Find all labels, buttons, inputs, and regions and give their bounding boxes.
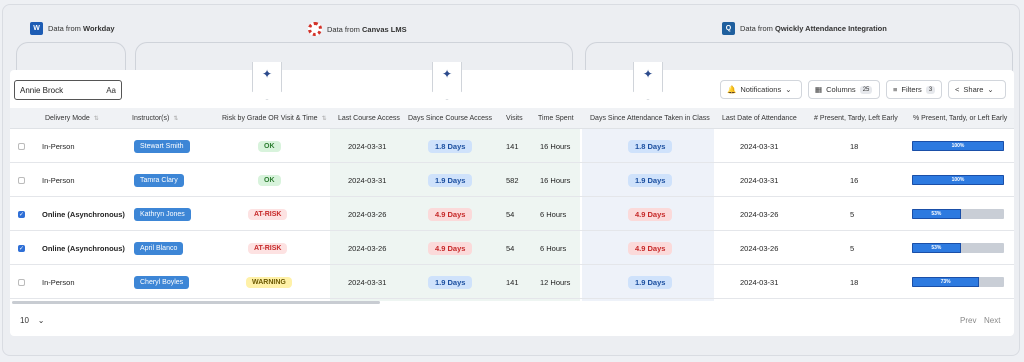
filter-icon: ≡ (893, 85, 898, 94)
time-spent: 12 Hours (540, 277, 571, 287)
column-header[interactable]: Days Since Course Access (408, 108, 492, 129)
filters-count: 3 (925, 85, 936, 94)
source-workday: W Data from Workday (30, 22, 115, 35)
days-since-attendance: 1.9 Days (628, 173, 673, 187)
sort-icon: ⇅ (93, 116, 99, 122)
days-since-access: 1.9 Days (428, 173, 473, 187)
last-attendance-date: 2024-03-31 (740, 175, 779, 185)
days-since-attendance: 4.9 Days (628, 241, 673, 255)
sort-icon: ⇅ (321, 116, 327, 122)
last-course-access: 2024-03-26 (348, 209, 387, 219)
page-size-select[interactable]: 10 ⌄ (20, 316, 45, 325)
risk-badge: OK (258, 140, 281, 152)
risk-badge: AT-RISK (248, 208, 288, 220)
visits: 141 (506, 141, 519, 151)
days-since-attendance: 1.8 Days (628, 139, 673, 153)
search-input[interactable]: Annie Brock Aa (14, 80, 122, 100)
progress-fill: 53% (912, 209, 961, 219)
chevron-down-icon: ⌄ (37, 316, 45, 325)
column-header[interactable]: Instructor(s) ⇅ (132, 108, 178, 129)
chevron-down-icon: ⌄ (987, 85, 994, 94)
last-course-access: 2024-03-31 (348, 277, 387, 287)
column-header[interactable]: % Present, Tardy, or Left Early (913, 108, 1007, 129)
last-attendance-date: 2024-03-26 (740, 209, 779, 219)
source-qwickly: Q Data from Qwickly Attendance Integrati… (722, 22, 887, 35)
columns-icon: ▦ (815, 85, 823, 94)
search-value: Annie Brock (20, 85, 64, 95)
workday-icon: W (30, 22, 43, 35)
column-header[interactable]: # Present, Tardy, Left Early (814, 108, 898, 129)
prev-button[interactable]: Prev (960, 316, 976, 325)
attendance-progress-bar: 100% (912, 141, 1004, 151)
progress-fill: 100% (912, 141, 1004, 151)
time-spent: 16 Hours (540, 141, 571, 151)
canvas-icon (308, 22, 322, 36)
chevron-down-icon: ⌄ (785, 85, 792, 94)
present-count: 18 (850, 141, 859, 151)
column-header[interactable]: Time Spent (538, 108, 574, 129)
source-name: Workday (83, 24, 115, 33)
qwickly-icon: Q (722, 22, 735, 35)
last-course-access: 2024-03-26 (348, 243, 387, 253)
columns-button[interactable]: ▦ Columns 25 (808, 80, 880, 99)
days-since-access: 4.9 Days (428, 241, 473, 255)
column-header[interactable]: Last Course Access (338, 108, 400, 129)
present-count: 18 (850, 277, 859, 287)
last-attendance-date: 2024-03-31 (740, 141, 779, 151)
last-attendance-date: 2024-03-26 (740, 243, 779, 253)
share-icon: < (955, 85, 960, 94)
progress-fill: 73% (912, 277, 980, 287)
risk-badge: AT-RISK (248, 242, 288, 254)
present-count: 16 (850, 175, 859, 185)
table-row[interactable]: ✓ Online (Asynchronous) Kathryn Jones AT… (10, 197, 1014, 231)
source-name: Canvas LMS (362, 24, 407, 34)
days-since-access: 1.9 Days (428, 275, 473, 289)
risk-badge: WARNING (246, 276, 292, 288)
days-since-access: 4.9 Days (428, 207, 473, 221)
progress-fill: 53% (912, 243, 961, 253)
sort-icon: ⇅ (173, 116, 179, 122)
present-count: 5 (850, 243, 855, 253)
attendance-progress-bar: 53% (912, 243, 1004, 253)
time-spent: 16 Hours (540, 175, 571, 185)
attendance-progress-bar: 73% (912, 277, 1004, 287)
table-header: Delivery Mode ⇅ Instructor(s) ⇅ Risk by Gr… (10, 108, 1014, 129)
notifications-button[interactable]: 🔔 Notifications ⌄ (720, 80, 802, 99)
days-since-access: 1.8 Days (428, 139, 473, 153)
column-header[interactable]: Delivery Mode ⇅ (45, 108, 99, 129)
present-count: 5 (850, 209, 855, 219)
visits: 54 (506, 243, 515, 253)
next-button[interactable]: Next (984, 316, 1000, 325)
progress-fill: 100% (912, 175, 1004, 185)
attendance-progress-bar: 100% (912, 175, 1004, 185)
columns-count: 25 (859, 85, 873, 94)
last-attendance-date: 2024-03-31 (740, 277, 779, 287)
column-header[interactable]: Days Since Attendance Taken in Class (590, 108, 710, 129)
risk-badge: OK (258, 174, 281, 186)
share-button[interactable]: < Share ⌄ (948, 80, 1006, 99)
match-case-toggle[interactable]: Aa (106, 86, 116, 95)
days-since-attendance: 1.9 Days (628, 275, 673, 289)
attendance-progress-bar: 53% (912, 209, 1004, 219)
table-row[interactable]: ✓ Online (Asynchronous) April Blanco AT-… (10, 231, 1014, 265)
last-course-access: 2024-03-31 (348, 141, 387, 151)
last-course-access: 2024-03-31 (348, 175, 387, 185)
filters-button[interactable]: ≡ Filters 3 (886, 80, 942, 99)
bell-icon: 🔔 (727, 85, 737, 94)
source-canvas: Data from Canvas LMS (308, 22, 407, 36)
visits: 54 (506, 209, 515, 219)
table-row[interactable]: In-Person Stewart Smith OK 2024-03-31 1.… (10, 129, 1014, 163)
source-name: Qwickly Attendance Integration (775, 24, 887, 33)
table-row[interactable]: In-Person Cheryl Boyles WARNING 2024-03-… (10, 265, 1014, 299)
time-spent: 6 Hours (540, 209, 567, 219)
column-header[interactable]: Risk by Grade OR Visit & Time ⇅ (222, 108, 327, 129)
column-header[interactable]: Visits (506, 108, 523, 129)
horizontal-scrollbar[interactable] (12, 301, 380, 304)
column-header[interactable]: Last Date of Attendance (722, 108, 797, 129)
days-since-attendance: 4.9 Days (628, 207, 673, 221)
time-spent: 6 Hours (540, 243, 567, 253)
visits: 141 (506, 277, 519, 287)
table-row[interactable]: In-Person Tamra Clary OK 2024-03-31 1.9 … (10, 163, 1014, 197)
visits: 582 (506, 175, 519, 185)
